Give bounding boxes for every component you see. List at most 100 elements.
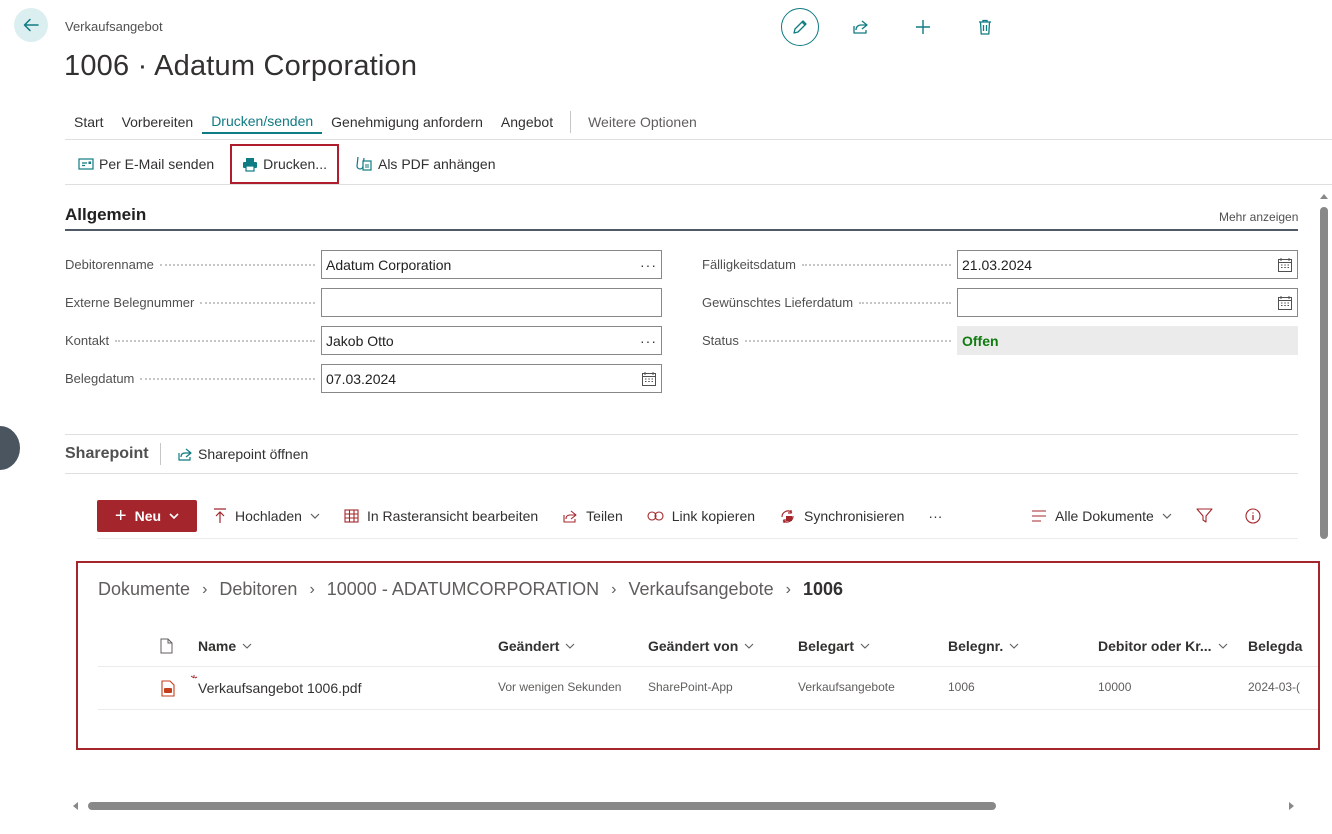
field-label: Kontakt xyxy=(65,333,110,348)
print-label: Drucken... xyxy=(263,156,327,172)
file-type-column-header[interactable] xyxy=(160,638,173,654)
column-header-label: Geändert xyxy=(498,638,560,654)
vertical-scroll-thumb[interactable] xyxy=(1320,207,1328,539)
copy-link-label: Link kopieren xyxy=(671,508,756,524)
chevron-down-icon xyxy=(169,513,179,519)
tab-start[interactable]: Start xyxy=(65,111,113,133)
edit-button[interactable] xyxy=(781,8,819,46)
column-header-label: Belegnr. xyxy=(948,638,1004,654)
field-value: Adatum Corporation xyxy=(326,256,452,273)
cell-doc-no: 1006 xyxy=(948,680,975,694)
chevron-down-icon xyxy=(566,643,575,649)
more-commands-button[interactable]: ··· xyxy=(928,508,942,524)
external-doc-no-field[interactable] xyxy=(321,288,662,317)
email-send-button[interactable]: Per E-Mail senden xyxy=(65,144,227,184)
requested-delivery-date-field[interactable] xyxy=(957,288,1298,317)
column-header-doc-no[interactable]: Belegnr. xyxy=(948,638,1019,654)
attach-pdf-button[interactable]: Als PDF anhängen xyxy=(342,144,509,184)
chevron-down-icon xyxy=(310,513,320,519)
new-record-button[interactable] xyxy=(903,8,943,46)
filter-button[interactable] xyxy=(1196,508,1221,524)
lookup-ellipsis-button[interactable]: ··· xyxy=(640,257,657,273)
breadcrumb-item[interactable]: Debitoren xyxy=(219,579,297,600)
upload-button[interactable]: Hochladen xyxy=(213,508,320,524)
breadcrumb-item[interactable]: Dokumente xyxy=(98,579,190,600)
due-date-field[interactable]: 21.03.2024 xyxy=(957,250,1298,279)
action-tabs: Start Vorbereiten Drucken/senden Genehmi… xyxy=(65,110,706,134)
new-item-sparkle-icon xyxy=(190,675,198,683)
breadcrumb-item[interactable]: 10000 - ADATUMCORPORATION xyxy=(327,579,599,600)
chevron-down-icon xyxy=(1218,643,1227,649)
delete-button[interactable] xyxy=(965,8,1005,46)
lookup-ellipsis-button[interactable]: ··· xyxy=(640,333,657,349)
contact-field[interactable]: Jakob Otto ··· xyxy=(321,326,662,355)
grid-icon xyxy=(344,509,359,523)
column-header-customer[interactable]: Debitor oder Kr... xyxy=(1098,638,1228,654)
cell-doc-date: 2024-03-( xyxy=(1248,680,1301,694)
cell-modified: Vor wenigen Sekunden xyxy=(498,680,622,694)
plus-icon: + xyxy=(114,505,127,527)
document-date-field[interactable]: 07.03.2024 xyxy=(321,364,662,393)
share-button[interactable] xyxy=(841,8,881,46)
sync-icon xyxy=(781,509,794,523)
actionbar-divider xyxy=(65,184,1332,185)
column-header-modified-by[interactable]: Geändert von xyxy=(648,638,754,654)
column-header-modified[interactable]: Geändert xyxy=(498,638,575,654)
open-sharepoint-button[interactable]: Sharepoint öffnen xyxy=(177,446,308,462)
scroll-right-icon[interactable] xyxy=(1287,802,1295,810)
sharepoint-divider-top xyxy=(65,434,1298,435)
tab-divider xyxy=(570,111,572,133)
chevron-down-icon xyxy=(242,643,252,649)
tab-more-options[interactable]: Weitere Optionen xyxy=(579,111,706,133)
open-sharepoint-label: Sharepoint öffnen xyxy=(198,446,309,462)
column-header-label: Belegart xyxy=(798,638,855,654)
info-button[interactable] xyxy=(1245,508,1269,524)
attach-pdf-label: Als PDF anhängen xyxy=(377,156,496,172)
sync-button[interactable]: Synchronisieren xyxy=(779,508,904,525)
library-column-headers: Name Geändert Geändert von Belegart Bele… xyxy=(98,629,1318,665)
scroll-up-icon[interactable] xyxy=(1320,193,1328,201)
link-icon xyxy=(647,511,664,521)
library-breadcrumb: Dokumente › Debitoren › 10000 - ADATUMCO… xyxy=(98,579,843,600)
field-label: Belegdatum xyxy=(65,371,135,386)
horizontal-scroll-thumb[interactable] xyxy=(88,802,996,810)
chevron-right-icon: › xyxy=(611,580,617,598)
chevron-down-icon xyxy=(860,643,870,649)
print-button[interactable]: Drucken... xyxy=(230,144,339,184)
copy-link-button[interactable]: Link kopieren xyxy=(647,508,755,524)
field-label: Gewünschtes Lieferdatum xyxy=(702,295,854,310)
grid-edit-button[interactable]: In Rasteransicht bearbeiten xyxy=(344,508,538,524)
arrow-left-icon xyxy=(23,18,39,32)
calendar-icon[interactable] xyxy=(1277,295,1293,311)
table-row[interactable]: Verkaufsangebot 1006.pdf Vor wenigen Sek… xyxy=(98,666,1318,710)
collapse-handle[interactable] xyxy=(0,426,20,470)
calendar-icon[interactable] xyxy=(1277,257,1293,273)
column-header-name[interactable]: Name xyxy=(198,638,252,654)
top-actions xyxy=(781,8,1027,46)
tab-angebot[interactable]: Angebot xyxy=(492,111,562,133)
customer-name-field[interactable]: Adatum Corporation ··· xyxy=(321,250,662,279)
new-document-button[interactable]: + Neu xyxy=(97,500,197,532)
open-external-icon xyxy=(178,448,192,461)
sharepoint-title-divider xyxy=(160,443,161,465)
file-name-link[interactable]: Verkaufsangebot 1006.pdf xyxy=(198,680,361,696)
show-more-link[interactable]: Mehr anzeigen xyxy=(1219,210,1298,224)
view-selector[interactable]: Alle Dokumente xyxy=(1031,508,1172,524)
sharepoint-command-divider xyxy=(97,538,1298,539)
chevron-down-icon xyxy=(1162,513,1172,519)
tab-drucken-senden[interactable]: Drucken/senden xyxy=(202,110,323,134)
tab-vorbereiten[interactable]: Vorbereiten xyxy=(113,111,203,133)
breadcrumb-item[interactable]: Verkaufsangebote xyxy=(628,579,773,600)
field-row-document-date: Belegdatum 07.03.2024 xyxy=(65,364,662,393)
column-header-doc-type[interactable]: Belegart xyxy=(798,638,870,654)
column-header-doc-date[interactable]: Belegda xyxy=(1248,638,1302,654)
tab-genehmigung[interactable]: Genehmigung anfordern xyxy=(322,111,492,133)
sync-label: Synchronisieren xyxy=(804,508,905,524)
field-row-customer-name: Debitorenname Adatum Corporation ··· xyxy=(65,250,662,279)
chevron-down-icon xyxy=(1009,643,1019,649)
scroll-left-icon[interactable] xyxy=(72,802,80,810)
back-button[interactable] xyxy=(14,8,48,42)
calendar-icon[interactable] xyxy=(641,371,657,387)
view-selector-label: Alle Dokumente xyxy=(1055,508,1154,524)
share-doc-button[interactable]: Teilen xyxy=(562,508,623,524)
